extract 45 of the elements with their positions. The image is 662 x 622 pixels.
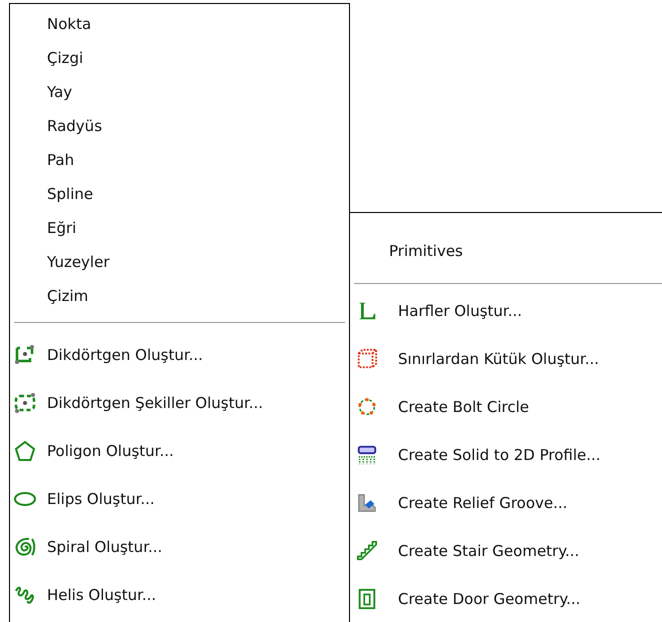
menu-item-label: Create Bolt Circle: [398, 398, 530, 416]
door-icon: [356, 588, 378, 610]
menu-item-label: Sınırlardan Kütük Oluştur...: [398, 350, 599, 368]
groove-icon: [356, 492, 378, 514]
menu-item[interactable]: Create Bolt Circle: [350, 383, 662, 431]
menu-item[interactable]: Çizim: [10, 279, 349, 313]
menu-item-label: Create Stair Geometry...: [398, 542, 580, 560]
menu-item[interactable]: Çizgi: [10, 41, 349, 75]
menu-item-label: Spiral Oluştur...: [47, 538, 162, 556]
menu-item[interactable]: Create Relief Groove...: [350, 479, 662, 527]
menu-item-label: Dikdörtgen Şekiller Oluştur...: [47, 394, 264, 412]
menu-item[interactable]: Pah: [10, 143, 349, 177]
menu-item-label: Elips Oluştur...: [47, 490, 155, 508]
menu-item-label: Poligon Oluştur...: [47, 442, 174, 460]
menu-item-label: Create Solid to 2D Profile...: [398, 446, 601, 464]
pentagon-icon: [13, 439, 37, 463]
menu-item[interactable]: Create Door Geometry...: [350, 575, 662, 622]
menu-item[interactable]: Radyüs: [10, 109, 349, 143]
menu-item[interactable]: Dikdörtgen Oluştur...: [10, 331, 349, 379]
menu-item[interactable]: Poligon Oluştur...: [10, 427, 349, 475]
menu-item[interactable]: Elips Oluştur...: [10, 475, 349, 523]
menu-item-label: Dikdörtgen Oluştur...: [47, 346, 203, 364]
menu-item[interactable]: Spiral Oluştur...: [10, 523, 349, 571]
menu-item[interactable]: Yay: [10, 75, 349, 109]
rectangle-icon: [13, 343, 37, 367]
menu-item[interactable]: Dikdörtgen Şekiller Oluştur...: [10, 379, 349, 427]
bolt-circle-icon: [356, 396, 378, 418]
menu-item[interactable]: Sınırlardan Kütük Oluştur...: [350, 335, 662, 383]
menu-item[interactable]: Harfler Oluştur...: [350, 287, 662, 335]
menu-header: Primitives: [388, 241, 464, 262]
stair-icon: [356, 540, 378, 562]
menu-item[interactable]: Helis Oluştur...: [10, 571, 349, 619]
dotted-box-icon: [356, 348, 378, 370]
profile-icon: [356, 444, 378, 466]
menu-item[interactable]: Nokta: [10, 7, 349, 41]
dashed-rectangle-icon: [13, 391, 37, 415]
menu-item-label: Create Relief Groove...: [398, 494, 568, 512]
menu-item[interactable]: Yuzeyler: [10, 245, 349, 279]
menu-item[interactable]: Create Stair Geometry...: [350, 527, 662, 575]
menu-item-label: Helis Oluştur...: [47, 586, 156, 604]
menu-item-label: Harfler Oluştur...: [398, 302, 522, 320]
menu-item[interactable]: Spline: [10, 177, 349, 211]
menu-item[interactable]: Eğri: [10, 211, 349, 245]
menu-item[interactable]: Create Solid to 2D Profile...: [350, 431, 662, 479]
menu-item-label: Create Door Geometry...: [398, 590, 580, 608]
